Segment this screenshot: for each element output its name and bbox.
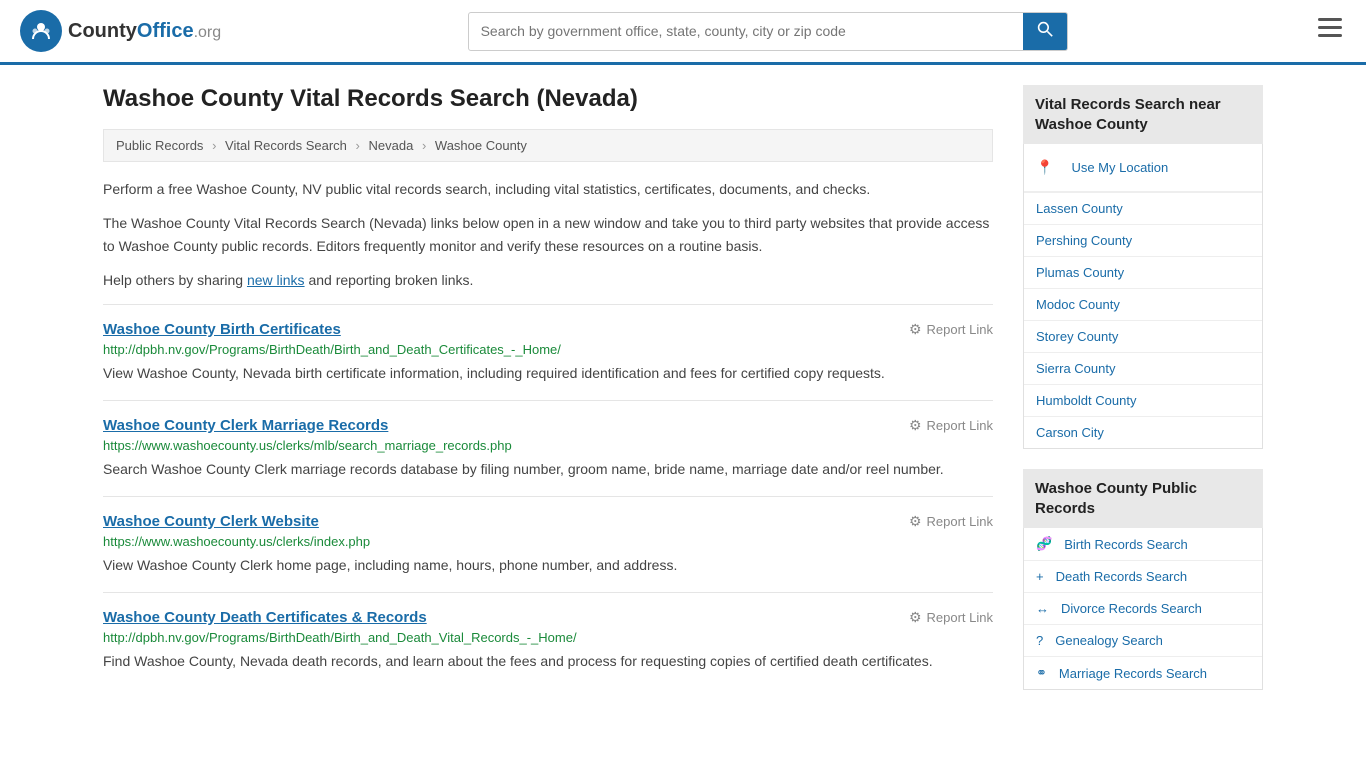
record-url-2: https://www.washoecounty.us/clerks/index…: [103, 534, 993, 549]
nearby-item-5[interactable]: Sierra County: [1024, 353, 1262, 385]
public-record-label-1: Death Records Search: [1056, 569, 1188, 584]
record-title-1[interactable]: Washoe County Clerk Marriage Records: [103, 417, 388, 434]
logo-office: Office: [137, 20, 194, 42]
breadcrumb-public-records[interactable]: Public Records: [116, 138, 203, 153]
nearby-heading: Vital Records Search near Washoe County: [1023, 85, 1263, 144]
new-links-link[interactable]: new links: [247, 272, 305, 288]
nearby-item-1[interactable]: Pershing County: [1024, 225, 1262, 257]
record-card: Washoe County Death Certificates & Recor…: [103, 592, 993, 688]
public-records-heading: Washoe County Public Records: [1023, 469, 1263, 528]
record-url-0: http://dpbh.nv.gov/Programs/BirthDeath/B…: [103, 342, 993, 357]
report-label-2: Report Link: [927, 514, 993, 529]
record-desc-0: View Washoe County, Nevada birth certifi…: [103, 363, 993, 384]
menu-button[interactable]: [1314, 14, 1346, 48]
nearby-link-4[interactable]: Storey County: [1024, 321, 1262, 352]
breadcrumb: Public Records › Vital Records Search › …: [103, 129, 993, 162]
public-record-link-0[interactable]: 🧬 Birth Records Search: [1024, 528, 1262, 560]
record-desc-2: View Washoe County Clerk home page, incl…: [103, 555, 993, 576]
public-record-link-4[interactable]: ⚭ Marriage Records Search: [1024, 657, 1262, 689]
nearby-link-3[interactable]: Modoc County: [1024, 289, 1262, 320]
report-icon-3: ⚙: [909, 609, 922, 626]
record-title-2[interactable]: Washoe County Clerk Website: [103, 513, 319, 530]
public-record-icon-0: 🧬: [1036, 536, 1052, 552]
public-record-link-3[interactable]: ? Genealogy Search: [1024, 625, 1262, 656]
public-record-icon-1: +: [1036, 569, 1044, 584]
search-button[interactable]: [1023, 13, 1067, 50]
logo-icon: [20, 10, 62, 52]
intro-paragraph-3: Help others by sharing new links and rep…: [103, 269, 993, 291]
nearby-link-0[interactable]: Lassen County: [1024, 193, 1262, 224]
public-record-link-2[interactable]: ↔ Divorce Records Search: [1024, 593, 1262, 624]
use-location-item[interactable]: 📍 Use My Location: [1024, 144, 1262, 193]
report-label-1: Report Link: [927, 418, 993, 433]
search-input[interactable]: [469, 15, 1023, 47]
report-link-3[interactable]: ⚙ Report Link: [909, 609, 993, 626]
nearby-section: Vital Records Search near Washoe County …: [1023, 85, 1263, 449]
search-bar: [468, 12, 1068, 51]
nearby-list: 📍 Use My Location Lassen CountyPershing …: [1023, 144, 1263, 449]
record-title-0[interactable]: Washoe County Birth Certificates: [103, 321, 341, 338]
nearby-item-2[interactable]: Plumas County: [1024, 257, 1262, 289]
records-list: Washoe County Birth Certificates ⚙ Repor…: [103, 304, 993, 688]
public-record-link-1[interactable]: + Death Records Search: [1024, 561, 1262, 592]
record-desc-1: Search Washoe County Clerk marriage reco…: [103, 459, 993, 480]
intro-paragraph-1: Perform a free Washoe County, NV public …: [103, 178, 993, 200]
public-record-icon-3: ?: [1036, 633, 1043, 648]
nearby-item-7[interactable]: Carson City: [1024, 417, 1262, 448]
public-record-label-2: Divorce Records Search: [1061, 601, 1202, 616]
record-url-3: http://dpbh.nv.gov/Programs/BirthDeath/B…: [103, 630, 993, 645]
record-card: Washoe County Clerk Marriage Records ⚙ R…: [103, 400, 993, 496]
public-record-item-4[interactable]: ⚭ Marriage Records Search: [1024, 657, 1262, 689]
public-record-item-2[interactable]: ↔ Divorce Records Search: [1024, 593, 1262, 625]
record-title-3[interactable]: Washoe County Death Certificates & Recor…: [103, 609, 427, 626]
nearby-item-6[interactable]: Humboldt County: [1024, 385, 1262, 417]
report-icon-0: ⚙: [909, 321, 922, 338]
report-link-2[interactable]: ⚙ Report Link: [909, 513, 993, 530]
public-records-section: Washoe County Public Records 🧬 Birth Rec…: [1023, 469, 1263, 690]
public-record-label-4: Marriage Records Search: [1059, 666, 1207, 681]
nearby-item-4[interactable]: Storey County: [1024, 321, 1262, 353]
public-records-list: 🧬 Birth Records Search + Death Records S…: [1023, 528, 1263, 690]
nearby-link-5[interactable]: Sierra County: [1024, 353, 1262, 384]
logo[interactable]: CountyOffice.org: [20, 10, 221, 52]
public-record-item-3[interactable]: ? Genealogy Search: [1024, 625, 1262, 657]
public-record-item-0[interactable]: 🧬 Birth Records Search: [1024, 528, 1262, 561]
nearby-link-1[interactable]: Pershing County: [1024, 225, 1262, 256]
report-link-0[interactable]: ⚙ Report Link: [909, 321, 993, 338]
logo-text: CountyOffice.org: [68, 20, 221, 43]
nearby-item-3[interactable]: Modoc County: [1024, 289, 1262, 321]
public-record-label-0: Birth Records Search: [1064, 537, 1188, 552]
record-desc-3: Find Washoe County, Nevada death records…: [103, 651, 993, 672]
use-my-location-link[interactable]: Use My Location: [1059, 152, 1180, 183]
breadcrumb-vital-records[interactable]: Vital Records Search: [225, 138, 347, 153]
record-card: Washoe County Birth Certificates ⚙ Repor…: [103, 304, 993, 400]
nearby-link-6[interactable]: Humboldt County: [1024, 385, 1262, 416]
public-record-icon-2: ↔: [1036, 601, 1049, 616]
record-url-1: https://www.washoecounty.us/clerks/mlb/s…: [103, 438, 993, 453]
nearby-item-0[interactable]: Lassen County: [1024, 193, 1262, 225]
location-pin-icon: 📍: [1036, 159, 1053, 176]
record-card: Washoe County Clerk Website ⚙ Report Lin…: [103, 496, 993, 592]
breadcrumb-washoe-county[interactable]: Washoe County: [435, 138, 527, 153]
public-record-label-3: Genealogy Search: [1055, 633, 1163, 648]
public-record-item-1[interactable]: + Death Records Search: [1024, 561, 1262, 593]
report-label-0: Report Link: [927, 322, 993, 337]
page-title: Washoe County Vital Records Search (Neva…: [103, 85, 993, 113]
intro-paragraph-2: The Washoe County Vital Records Search (…: [103, 212, 993, 257]
report-link-1[interactable]: ⚙ Report Link: [909, 417, 993, 434]
report-icon-2: ⚙: [909, 513, 922, 530]
nearby-link-2[interactable]: Plumas County: [1024, 257, 1262, 288]
report-label-3: Report Link: [927, 610, 993, 625]
public-record-icon-4: ⚭: [1036, 665, 1047, 681]
report-icon-1: ⚙: [909, 417, 922, 434]
nearby-link-7[interactable]: Carson City: [1024, 417, 1262, 448]
breadcrumb-nevada[interactable]: Nevada: [369, 138, 414, 153]
